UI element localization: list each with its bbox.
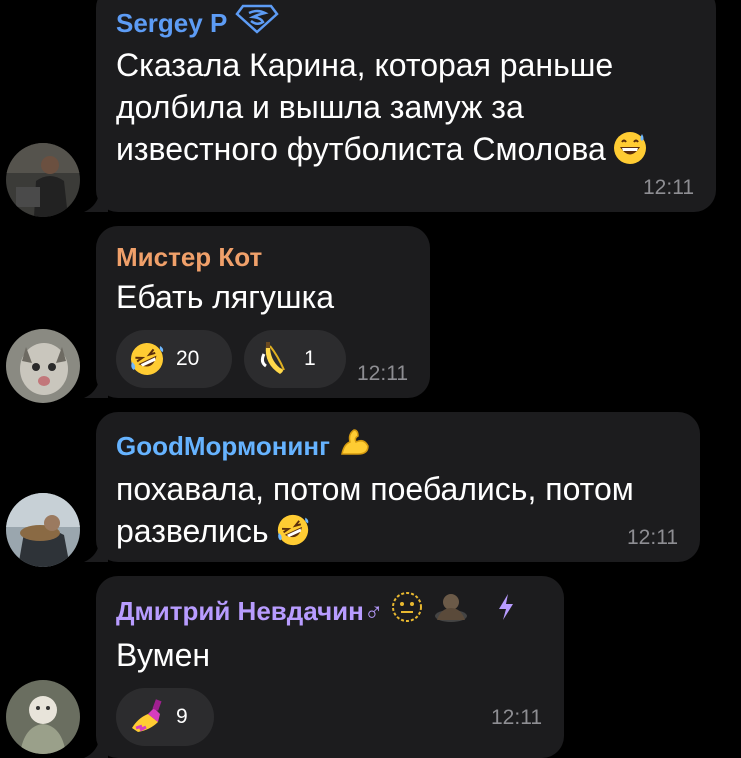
message-text-line-content: развелись: [116, 513, 269, 549]
message-text-line: известного футболиста Смолова: [116, 128, 696, 170]
message-text-line: развелись: [116, 510, 680, 552]
banana-emoji-icon: [256, 340, 294, 378]
sender-name-text: GoodМормонинг: [116, 431, 330, 461]
reaction-banana[interactable]: 1: [244, 330, 346, 388]
sender-name-text: Sergey P: [116, 8, 228, 38]
flexed-biceps-icon: [338, 426, 372, 466]
reaction-nail-polish[interactable]: 9: [116, 688, 214, 746]
message-text-line: Вумен: [116, 637, 211, 673]
avatar[interactable]: [6, 329, 80, 403]
sender-name[interactable]: GoodМормонинг: [116, 426, 680, 466]
message-text-line: Сказала Карина, которая раньше: [116, 47, 614, 83]
neutral-face-icon: [391, 591, 423, 631]
avatar[interactable]: [6, 143, 80, 217]
sender-name[interactable]: Мистер Кот: [116, 240, 410, 274]
reaction-count: 20: [176, 347, 200, 370]
message-text: Сказала Карина, которая раньше долбила и…: [116, 44, 696, 170]
custom-sticker-icon: [431, 590, 471, 632]
sender-name-text: Дмитрий Невдачин♂: [116, 596, 384, 626]
bubble-tail: [84, 376, 108, 398]
message-text-line: долбила и вышла замуж за: [116, 89, 524, 125]
message-time: 12:11: [357, 362, 408, 385]
bubble-tail: [84, 540, 108, 562]
message-text-line: Ебать лягушка: [116, 279, 335, 315]
message-time: 12:11: [627, 526, 678, 549]
message-time: 12:11: [643, 176, 694, 199]
lightning-icon: [497, 593, 515, 629]
sender-name[interactable]: Sergey P: [116, 4, 696, 42]
reactions-bar: 9: [116, 688, 544, 746]
message-text: Ебать лягушка: [116, 276, 410, 318]
avatar[interactable]: [6, 680, 80, 754]
reaction-count: 1: [304, 347, 316, 370]
rofl-emoji-icon: [128, 340, 166, 378]
rofl-emoji-icon: [275, 512, 311, 548]
message-bubble[interactable]: Дмитрий Невдачин♂ Вумен 9 12:11: [96, 576, 564, 758]
message-bubble[interactable]: Sergey P Сказала Карина, которая раньше …: [96, 0, 716, 212]
avatar[interactable]: [6, 493, 80, 567]
bubble-tail: [84, 736, 108, 758]
message-bubble[interactable]: GoodМормонинг похавала, потом поебались,…: [96, 412, 700, 562]
reaction-rofl[interactable]: 20: [116, 330, 232, 388]
nail-polish-emoji-icon: [128, 698, 166, 736]
message-text-line: похавала, потом поебались, потом: [116, 471, 634, 507]
message-text: Вумен: [116, 634, 544, 676]
grinning-sweat-emoji-icon: [612, 130, 648, 166]
message-time: 12:11: [491, 706, 542, 729]
sender-name[interactable]: Дмитрий Невдачин♂: [116, 590, 544, 632]
superman-shield-icon: [235, 4, 279, 42]
reaction-count: 9: [176, 705, 188, 728]
message-bubble[interactable]: Мистер Кот Ебать лягушка 20 1 12:11: [96, 226, 430, 398]
bubble-tail: [84, 190, 108, 212]
sender-name-text: Мистер Кот: [116, 242, 263, 272]
message-text: похавала, потом поебались, потом развели…: [116, 468, 680, 552]
message-text-line-content: известного футболиста Смолова: [116, 131, 606, 167]
